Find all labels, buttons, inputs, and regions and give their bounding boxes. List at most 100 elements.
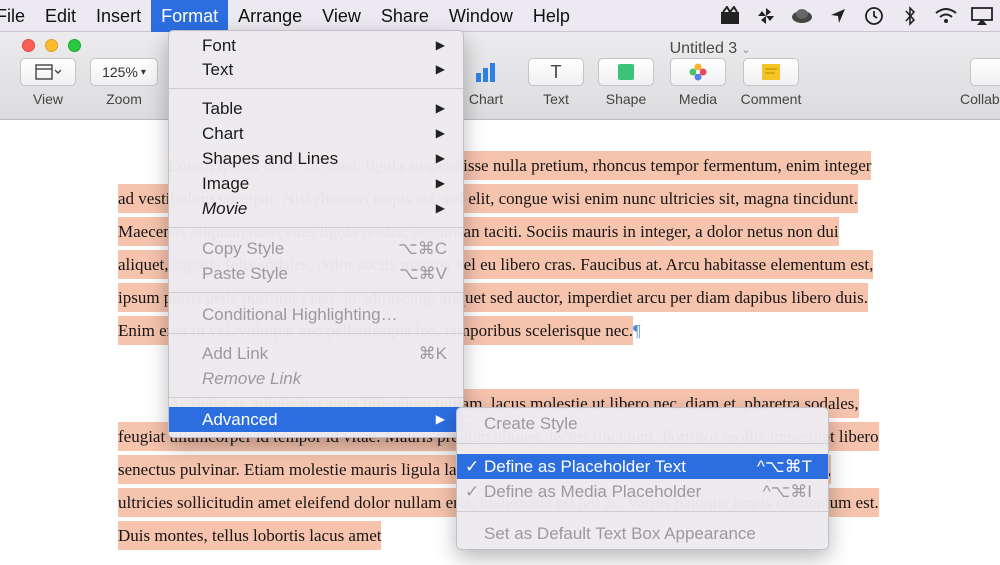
submenu-arrow-icon: ▶: [435, 176, 445, 190]
shortcut-label: ^⌥⌘I: [762, 482, 812, 501]
document-title-text: Untitled 3: [669, 40, 738, 57]
submenu-set-default-text-box-appearance[interactable]: Set as Default Text Box Appearance: [457, 521, 828, 546]
comment-icon: [743, 58, 799, 86]
shortcut-label: ⌥⌘C: [398, 239, 447, 258]
zoom-value: 125%: [102, 64, 138, 80]
text-glyph: T: [550, 61, 562, 82]
app-icon[interactable]: [712, 0, 748, 32]
photos-icon: [670, 58, 726, 86]
submenu-arrow-icon: ▶: [435, 151, 445, 165]
format-menu-advanced[interactable]: Advanced ▶: [169, 407, 463, 432]
menu-arrange[interactable]: Arrange: [228, 0, 312, 32]
status-icons: [712, 0, 1000, 32]
pinwheel-icon[interactable]: [748, 0, 784, 32]
collaborate-button[interactable]: Collab: [960, 58, 1000, 107]
close-window-button[interactable]: [22, 39, 35, 52]
wifi-icon[interactable]: [928, 0, 964, 32]
submenu-arrow-icon: ▶: [435, 126, 445, 140]
text-label: Text: [543, 91, 569, 107]
format-menu-image[interactable]: Image ▶: [169, 171, 463, 196]
shortcut-label: ⌘K: [418, 344, 447, 363]
view-button-box[interactable]: [20, 58, 76, 86]
cloud-icon[interactable]: [784, 0, 820, 32]
format-menu-movie[interactable]: Movie ▶: [169, 196, 463, 221]
menu-item-label: Define as Media Placeholder: [484, 482, 702, 501]
menu-item-label: Movie: [202, 199, 248, 218]
menu-item-label: Image: [202, 174, 250, 193]
format-menu-remove-link[interactable]: Remove Link: [169, 366, 463, 391]
insert-text-button[interactable]: T Text: [528, 58, 584, 107]
menu-item-label: Chart: [202, 124, 244, 143]
menu-share[interactable]: Share: [371, 0, 439, 32]
collaborate-icon: [970, 58, 1000, 86]
insert-chart-button[interactable]: Chart: [462, 58, 510, 107]
menu-separator: [169, 292, 463, 293]
menu-item-label: Font: [202, 36, 237, 55]
format-menu-table[interactable]: Table ▶: [169, 96, 463, 121]
menu-item-label: Create Style: [484, 414, 578, 433]
menu-item-label: Set as Default Text Box Appearance: [484, 524, 756, 543]
menu-view[interactable]: View: [312, 0, 371, 32]
menu-separator: [169, 88, 463, 89]
submenu-define-as-placeholder-text[interactable]: ✓ Define as Placeholder Text ^⌥⌘T: [457, 454, 828, 479]
window-toolbar: Untitled 3 ⌄ View 125% ▾ Zoom Chart T Text…: [0, 32, 1000, 120]
zoom-window-button[interactable]: [68, 39, 81, 52]
view-button[interactable]: View: [20, 58, 76, 107]
menu-separator: [169, 227, 463, 228]
submenu-arrow-icon: ▶: [435, 101, 445, 115]
format-menu-text[interactable]: Text ▶: [169, 57, 463, 82]
menu-bar: File Edit Insert Format Arrange View Sha…: [0, 0, 1000, 32]
menu-item-label: Copy Style: [202, 239, 285, 258]
format-menu-paste-style[interactable]: Paste Style ⌥⌘V: [169, 261, 463, 286]
submenu-arrow-icon: ▶: [435, 62, 445, 76]
menu-separator: [457, 443, 828, 444]
insert-comment-button[interactable]: Comment: [738, 58, 804, 107]
shape-label: Shape: [605, 91, 647, 107]
submenu-create-style[interactable]: Create Style: [457, 411, 828, 436]
insert-shape-button[interactable]: Shape: [598, 58, 654, 107]
menu-separator: [169, 333, 463, 334]
menu-item-label: Conditional Highlighting…: [202, 305, 398, 324]
zoom-button[interactable]: 125% ▾ Zoom: [90, 58, 158, 107]
format-menu: Font ▶ Text ▶ Table ▶ Chart ▶ Shapes and Lin…: [168, 30, 464, 438]
zoom-select[interactable]: 125% ▾: [90, 58, 158, 86]
chevron-down-icon: ⌄: [741, 44, 751, 56]
submenu-define-as-media-placeholder[interactable]: ✓ Define as Media Placeholder ^⌥⌘I: [457, 479, 828, 504]
menu-file[interactable]: File: [0, 0, 35, 32]
pilcrow-mark: ¶: [633, 321, 641, 340]
sidebar-layout-icon: [35, 64, 61, 80]
checkmark-icon: ✓: [465, 457, 480, 476]
zoom-label: Zoom: [106, 91, 142, 107]
airplay-icon[interactable]: [964, 0, 1000, 32]
menu-help[interactable]: Help: [523, 0, 580, 32]
media-label: Media: [678, 91, 718, 107]
location-arrow-icon[interactable]: [820, 0, 856, 32]
format-menu-copy-style[interactable]: Copy Style ⌥⌘C: [169, 236, 463, 261]
insert-media-button[interactable]: Media: [670, 58, 726, 107]
menu-item-label: Add Link: [202, 344, 269, 363]
menu-format[interactable]: Format: [151, 0, 229, 32]
minimize-window-button[interactable]: [45, 39, 58, 52]
time-machine-icon[interactable]: [856, 0, 892, 32]
checkmark-icon: ✓: [465, 482, 480, 501]
menu-item-label: Remove Link: [202, 369, 302, 388]
menu-insert[interactable]: Insert: [86, 0, 151, 32]
menu-window[interactable]: Window: [439, 0, 523, 32]
submenu-arrow-icon: ▶: [435, 412, 445, 426]
chart-label: Chart: [468, 91, 504, 107]
menu-item-label: Paste Style: [202, 264, 288, 283]
menu-item-label: Text: [202, 60, 234, 79]
format-menu-add-link[interactable]: Add Link ⌘K: [169, 341, 463, 366]
advanced-submenu: Create Style ✓ Define as Placeholder Text…: [456, 407, 829, 550]
bluetooth-icon[interactable]: [892, 0, 928, 32]
menu-edit[interactable]: Edit: [35, 0, 86, 32]
document-title[interactable]: Untitled 3 ⌄: [600, 40, 820, 58]
menu-item-label: Advanced: [202, 410, 278, 429]
menu-item-label: Table: [202, 99, 243, 118]
format-menu-font[interactable]: Font ▶: [169, 33, 463, 58]
chevron-down-icon: ▾: [140, 66, 146, 78]
format-menu-conditional-highlighting[interactable]: Conditional Highlighting…: [169, 302, 463, 327]
menu-item-label: Shapes and Lines: [202, 149, 339, 168]
format-menu-shapes-and-lines[interactable]: Shapes and Lines ▶: [169, 146, 463, 171]
format-menu-chart[interactable]: Chart ▶: [169, 121, 463, 146]
